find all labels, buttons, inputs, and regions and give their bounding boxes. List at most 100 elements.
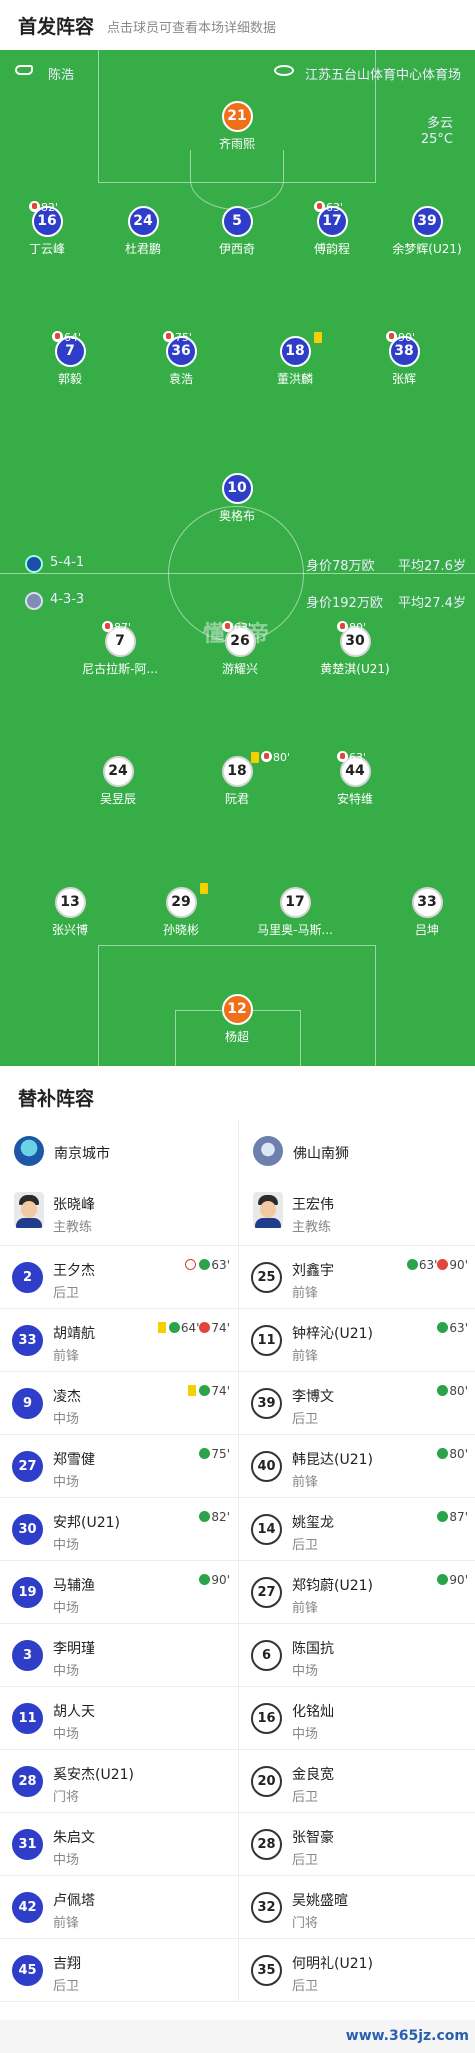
- sub-player-name: 卢佩塔: [53, 1893, 95, 1909]
- player-number-badge: 13: [54, 887, 86, 918]
- away-team-name: 佛山南狮: [293, 1146, 349, 1162]
- away-player-12[interactable]: 12 杨超: [189, 994, 285, 1045]
- sub-off-minute: 63': [326, 201, 344, 214]
- away-sub-row[interactable]: 14 姚玺龙 后卫 87': [239, 1498, 475, 1561]
- home-sub-row[interactable]: 2 王夕杰 后卫 63': [0, 1246, 238, 1309]
- home-team-header[interactable]: 南京城市: [0, 1120, 238, 1182]
- away-sub-row[interactable]: 11 钟梓沁(U21) 前锋 63': [239, 1309, 475, 1372]
- away-sub-row[interactable]: 39 李博文 后卫 80': [239, 1372, 475, 1435]
- sub-number-badge: 28: [12, 1766, 43, 1797]
- player-name: 杨超: [224, 1030, 249, 1044]
- home-sub-row[interactable]: 45 吉翔 后卫: [0, 1939, 238, 2002]
- home-sub-row[interactable]: 31 朱启文 中场: [0, 1813, 238, 1876]
- home-player-7[interactable]: 7 64' 郭毅: [22, 331, 118, 387]
- sub-number-badge: 30: [12, 1514, 43, 1545]
- sub-player-position: 后卫: [292, 1979, 319, 1994]
- sub-player-name: 胡人天: [53, 1704, 95, 1720]
- event-minute: 90': [211, 1573, 230, 1587]
- pitch: 陈浩 江苏五台山体育中心体育场 多云 25°C 懂球帝 5-4-1 身价78万欧…: [0, 50, 475, 1066]
- away-sub-row[interactable]: 6 陈国抗 中场: [239, 1624, 475, 1687]
- top-goal-arc: [190, 150, 284, 210]
- sub-player-position: 中场: [53, 1538, 80, 1553]
- player-name: 马里奥-马斯...: [257, 923, 333, 937]
- home-sub-row[interactable]: 9 凌杰 中场 74': [0, 1372, 238, 1435]
- away-player-17[interactable]: 17 马里奥-马斯...: [247, 887, 343, 938]
- home-sub-row[interactable]: 19 马辅渔 中场 90': [0, 1561, 238, 1624]
- sub-player-position: 前锋: [292, 1475, 319, 1490]
- away-player-33[interactable]: 33 吕坤: [379, 887, 475, 938]
- away-sub-row[interactable]: 27 郑钧蔚(U21) 前锋 90': [239, 1561, 475, 1624]
- sub-player-name: 郑钧蔚(U21): [292, 1578, 373, 1594]
- sub-player-position: 后卫: [53, 1286, 80, 1301]
- sub-player-name: 马辅渔: [53, 1578, 95, 1594]
- sub-player-position: 中场: [53, 1601, 80, 1616]
- sub-player-position: 中场: [53, 1853, 80, 1868]
- event-minute: 74': [211, 1384, 230, 1398]
- home-player-21[interactable]: 21 齐雨熙: [189, 101, 285, 152]
- home-player-18[interactable]: 18 董洪麟: [247, 332, 343, 387]
- away-sub-row[interactable]: 32 吴姚盛暄 门将: [239, 1876, 475, 1939]
- away-coach[interactable]: 王宏伟 主教练: [239, 1182, 475, 1246]
- home-player-39[interactable]: 39 余梦辉(U21): [379, 206, 475, 257]
- sub-off-minute: 64': [64, 331, 82, 344]
- sub-in-icon: [199, 1574, 211, 1585]
- sub-number-badge: 3: [12, 1640, 43, 1671]
- subs-title: 替补阵容: [18, 1088, 95, 1110]
- away-sub-row[interactable]: 25 刘鑫宇 前锋 63' 90': [239, 1246, 475, 1309]
- home-player-5[interactable]: 5 伊西奇: [189, 206, 285, 257]
- sub-player-name: 郑雪健: [53, 1452, 95, 1468]
- sub-player-position: 中场: [53, 1412, 80, 1427]
- sub-out-icon: [437, 1259, 449, 1270]
- away-player-26[interactable]: 26 63' 游耀兴: [192, 621, 288, 677]
- sub-player-name: 何明礼(U21): [292, 1956, 373, 1972]
- away-sub-row[interactable]: 40 韩昆达(U21) 前锋 80': [239, 1435, 475, 1498]
- coach-avatar: [14, 1192, 44, 1228]
- stadium-name: 江苏五台山体育中心体育场: [305, 68, 462, 83]
- player-number-badge: 24: [127, 206, 159, 237]
- home-player-24[interactable]: 24 杜君鹏: [95, 206, 191, 257]
- away-player-7[interactable]: 7 87' 尼古拉斯-阿...: [72, 621, 168, 677]
- home-sub-row[interactable]: 28 奚安杰(U21) 门将: [0, 1750, 238, 1813]
- whistle-icon: [15, 65, 33, 75]
- sub-number-badge: 11: [251, 1325, 282, 1356]
- home-sub-row[interactable]: 33 胡靖航 前锋 64' 74': [0, 1309, 238, 1372]
- away-sub-row[interactable]: 28 张智豪 后卫: [239, 1813, 475, 1876]
- sub-off-minute: 90': [398, 331, 416, 344]
- sub-player-name: 韩昆达(U21): [292, 1452, 373, 1468]
- sub-events: 75': [199, 1447, 230, 1461]
- sub-number-badge: 27: [251, 1577, 282, 1608]
- yellow-card-icon: [314, 332, 322, 343]
- home-sub-row[interactable]: 27 郑雪健 中场 75': [0, 1435, 238, 1498]
- away-player-13[interactable]: 13 张兴博: [22, 887, 118, 938]
- sub-player-position: 前锋: [292, 1349, 319, 1364]
- home-player-10[interactable]: 10 奥格布: [189, 473, 285, 524]
- player-name: 安特维: [336, 792, 373, 806]
- home-player-36[interactable]: 36 75' 袁浩: [133, 331, 229, 387]
- footer: www.365jz.com: [0, 2020, 475, 2053]
- sub-number-badge: 31: [12, 1829, 43, 1860]
- away-player-44[interactable]: 44 63' 安特维: [307, 751, 403, 807]
- away-sub-row[interactable]: 20 金良宽 后卫: [239, 1750, 475, 1813]
- home-sub-row[interactable]: 11 胡人天 中场: [0, 1687, 238, 1750]
- event-minute: 90': [449, 1258, 468, 1272]
- sub-off-minute: 87': [114, 621, 132, 634]
- sub-off-icon: [314, 201, 325, 212]
- away-team-header[interactable]: 佛山南狮: [239, 1120, 475, 1182]
- home-player-16[interactable]: 16 82' 丁云峰: [0, 201, 95, 257]
- away-sub-row[interactable]: 16 化铭灿 中场: [239, 1687, 475, 1750]
- sub-number-badge: 6: [251, 1640, 282, 1671]
- home-sub-row[interactable]: 30 安邦(U21) 中场 82': [0, 1498, 238, 1561]
- home-sub-row[interactable]: 3 李明瑾 中场: [0, 1624, 238, 1687]
- home-sub-row[interactable]: 42 卢佩塔 前锋: [0, 1876, 238, 1939]
- away-player-18[interactable]: 18 80' 阮君: [189, 751, 290, 807]
- sub-number-badge: 9: [12, 1388, 43, 1419]
- sub-number-badge: 16: [251, 1703, 282, 1734]
- away-player-29[interactable]: 29 孙晓彬: [133, 883, 229, 938]
- away-player-30[interactable]: 30 80' 黄楚淇(U21): [307, 621, 403, 677]
- home-coach[interactable]: 张晓峰 主教练: [0, 1182, 238, 1246]
- event-minute: 80': [449, 1447, 468, 1461]
- away-sub-row[interactable]: 35 何明礼(U21) 后卫: [239, 1939, 475, 2002]
- away-player-24[interactable]: 24 吴昱辰: [70, 756, 166, 807]
- home-player-38[interactable]: 38 90' 张辉: [356, 331, 452, 387]
- home-player-17[interactable]: 17 63' 傅韵程: [284, 201, 380, 257]
